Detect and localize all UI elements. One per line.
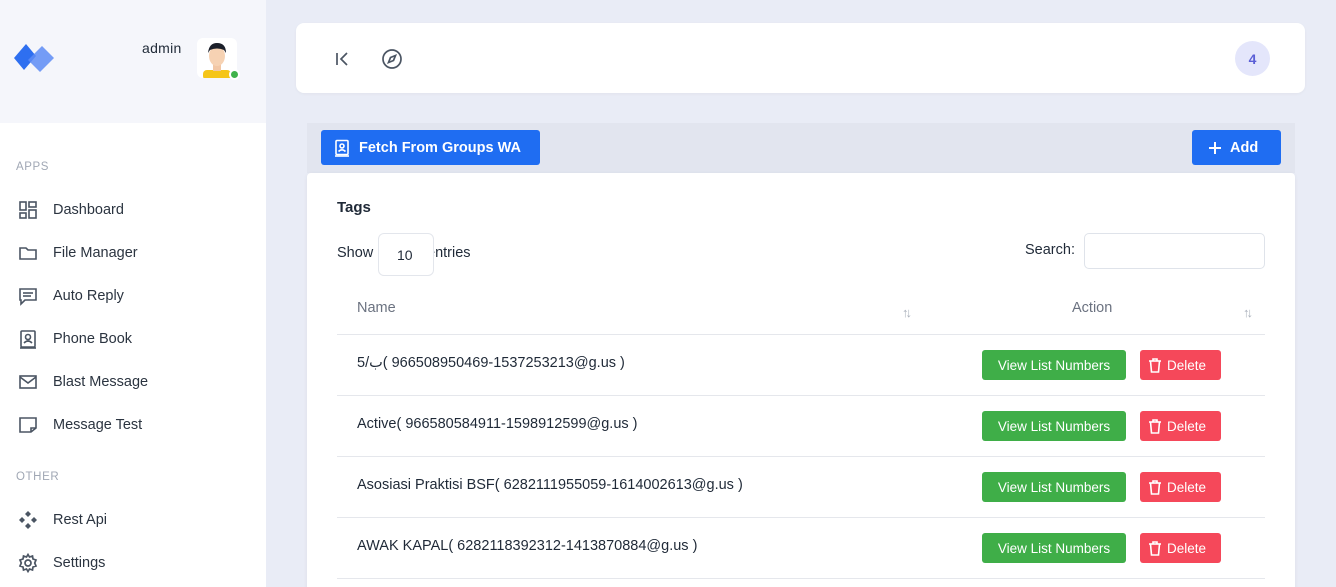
explore-button[interactable] [380,47,404,71]
delete-label: Delete [1167,418,1207,434]
sort-icon[interactable]: ↑↓ [902,305,912,320]
view-list-numbers-button[interactable]: View List Numbers [982,472,1126,502]
plus-icon [1208,141,1222,155]
add-button[interactable]: Add [1192,130,1281,165]
api-icon [18,510,38,530]
table-header: Name ↑↓ Action ↑↓ [337,285,1265,335]
trash-icon [1148,418,1162,434]
tag-name: AWAK KAPAL( 6282118392312-1413870884@g.u… [357,538,698,554]
dashboard-icon [18,200,38,220]
tags-table: Name ↑↓ Action ↑↓ 5/ب( 1537253213-966508… [337,285,1265,579]
table-row: 5/ب( 1537253213-966508950469@g.us ) View… [337,335,1265,396]
sidebar-item-dashboard[interactable]: Dashboard [18,198,124,222]
sidebar-item-settings[interactable]: Settings [18,551,105,575]
column-header-name[interactable]: Name [357,300,396,316]
sidebar-item-auto-reply[interactable]: Auto Reply [18,284,124,308]
sidebar-item-rest-api[interactable]: Rest Api [18,508,107,532]
notification-badge[interactable]: 4 [1235,41,1270,76]
sidebar-item-label: Dashboard [53,202,124,218]
user-name: admin [142,40,182,56]
online-status-indicator [229,69,240,80]
gear-icon [18,553,38,573]
delete-label: Delete [1167,479,1207,495]
table-row: AWAK KAPAL( 6282118392312-1413870884@g.u… [337,518,1265,579]
sidebar-item-label: File Manager [53,245,138,261]
view-list-numbers-button[interactable]: View List Numbers [982,533,1126,563]
fetch-groups-button[interactable]: Fetch From Groups WA [321,130,540,165]
section-label-other: OTHER [16,471,60,483]
sidebar-item-message-test[interactable]: Message Test [18,413,142,437]
collapse-sidebar-button[interactable] [331,47,355,71]
page-length-select[interactable]: 10 [378,233,434,276]
chat-icon [18,286,38,306]
trash-icon [1148,357,1162,373]
tags-card: Tags Show entries 10 Search: Name ↑↓ Act… [307,173,1295,587]
table-row: Asosiasi Praktisi BSF( 6282111955059-161… [337,457,1265,518]
collapse-left-icon [336,52,348,66]
delete-button[interactable]: Delete [1140,533,1221,563]
sidebar-item-file-manager[interactable]: File Manager [18,241,138,265]
sidebar-item-phone-book[interactable]: Phone Book [18,327,132,351]
sidebar-item-label: Message Test [53,417,143,433]
tag-name: Asosiasi Praktisi BSF( 6282111955059-161… [357,477,743,493]
delete-label: Delete [1167,357,1207,373]
sidebar-item-label: Rest Api [53,512,107,528]
trash-icon [1148,479,1162,495]
sort-icon[interactable]: ↑↓ [1243,305,1253,320]
view-list-numbers-button[interactable]: View List Numbers [982,411,1126,441]
tag-name: 5/ب( 1537253213-966508950469@g.us ) [357,355,625,371]
sidebar: admin APPS Dashboard File Manager Auto R… [0,0,266,587]
sidebar-item-blast-message[interactable]: Blast Message [18,370,148,394]
mail-icon [18,372,38,392]
note-icon [18,415,38,435]
delete-button[interactable]: Delete [1140,350,1221,380]
delete-label: Delete [1167,540,1207,556]
compass-icon [382,49,402,69]
sidebar-item-label: Blast Message [53,374,149,390]
fetch-groups-label: Fetch From Groups WA [359,139,521,156]
search-label: Search: [1025,242,1075,258]
show-label: Show [337,245,374,261]
sidebar-item-label: Phone Book [53,331,133,347]
search-input[interactable] [1084,233,1265,269]
table-row: Active( 966580584911-1598912599@g.us ) V… [337,396,1265,457]
section-label-apps: APPS [16,161,50,173]
column-header-action[interactable]: Action [1072,300,1112,316]
app-logo-icon[interactable] [14,42,56,76]
add-label: Add [1230,139,1259,156]
folder-icon [18,243,38,263]
card-title: Tags [337,199,371,216]
trash-icon [1148,540,1162,556]
tag-name: Active( 966580584911-1598912599@g.us ) [357,416,638,432]
top-header: 4 [296,23,1305,93]
contact-book-icon [18,329,38,349]
sidebar-item-label: Settings [53,555,106,571]
action-toolbar: Fetch From Groups WA Add [307,123,1295,173]
delete-button[interactable]: Delete [1140,472,1221,502]
sidebar-header: admin [0,0,266,123]
view-list-numbers-button[interactable]: View List Numbers [982,350,1126,380]
delete-button[interactable]: Delete [1140,411,1221,441]
sidebar-item-label: Auto Reply [53,288,124,304]
contact-book-icon [333,139,351,157]
